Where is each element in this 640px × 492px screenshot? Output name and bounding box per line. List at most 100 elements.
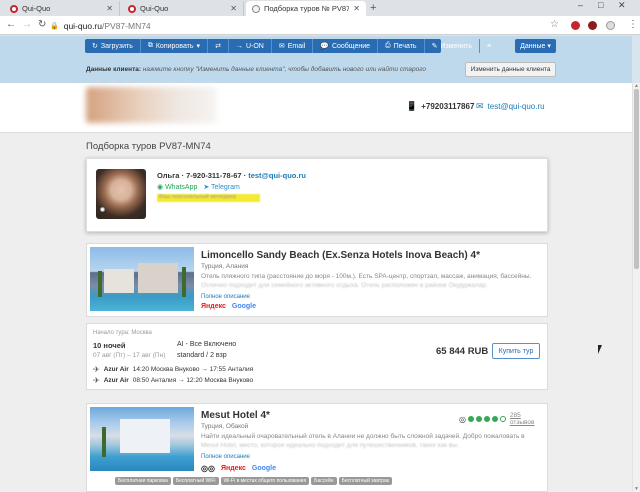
amenity-tag: Wi-Fi в местах общего пользования bbox=[220, 477, 310, 485]
palm-shape bbox=[98, 271, 102, 297]
uon-button[interactable]: → U-ON bbox=[229, 39, 272, 53]
hotel-description: Найти идеальный очаровательный отель в А… bbox=[201, 433, 525, 440]
tripadvisor-rating[interactable]: ◎ 285 отзывов bbox=[459, 412, 547, 426]
close-tab-icon[interactable]: ✕ bbox=[353, 4, 360, 13]
forward-icon[interactable]: → bbox=[22, 19, 32, 30]
header-email[interactable]: ✉ test@qui-quo.ru bbox=[476, 101, 545, 112]
agent-email[interactable]: test@qui-quo.ru bbox=[248, 171, 306, 180]
full-description-link[interactable]: Полное описание bbox=[201, 454, 250, 460]
hotel-description-faded: Отлично подходит для семейного активного… bbox=[201, 282, 488, 289]
button-label: Загрузить bbox=[100, 42, 133, 50]
whatsapp-icon: ◉ bbox=[157, 184, 166, 191]
load-button[interactable]: ↻ Загрузить bbox=[85, 39, 141, 53]
rating-dot-icon bbox=[491, 416, 498, 422]
buy-tour-button[interactable]: Купить тур bbox=[492, 343, 540, 359]
avatar bbox=[96, 169, 146, 219]
selection-page: 📱 +79203117867 ✉ test@qui-quo.ru Подборка … bbox=[0, 83, 632, 492]
agent-card: Ольга · 7-920-311-78-67 · test@qui-quo.r… bbox=[86, 158, 548, 232]
hotel-description: Отель пляжного типа (расстояние до моря … bbox=[201, 273, 532, 280]
telegram-link[interactable]: ➤ Telegram bbox=[203, 184, 239, 191]
reload-icon: ↻ bbox=[92, 43, 98, 50]
button-label: Копировать bbox=[155, 42, 194, 50]
button-label: Данные bbox=[520, 42, 546, 50]
caret-icon: ▾ bbox=[196, 43, 201, 50]
url-field[interactable]: 🔒 qui-quo.ru /PV87-MN74 bbox=[50, 18, 570, 33]
extension-icon[interactable] bbox=[588, 21, 597, 30]
telegram-icon: ➤ bbox=[203, 184, 211, 191]
back-icon[interactable]: ← bbox=[6, 19, 16, 30]
yandex-link[interactable]: Яндекс bbox=[201, 303, 226, 310]
maximize-icon[interactable]: □ bbox=[598, 0, 603, 10]
header-phone[interactable]: 📱 +79203117867 bbox=[406, 101, 474, 112]
tour-start: Начало тура: Москва bbox=[93, 330, 152, 336]
amenity-tag: Бесплатный завтрак bbox=[338, 477, 392, 485]
share-button[interactable]: ⇄ bbox=[208, 39, 229, 53]
yandex-link[interactable]: Яндекс bbox=[221, 465, 246, 472]
edit-button[interactable]: ✎ Изменить bbox=[425, 39, 481, 53]
change-client-button[interactable]: Изменить данные клиента bbox=[465, 62, 556, 77]
close-tab-icon[interactable]: ✕ bbox=[230, 4, 237, 13]
hotel-photo[interactable] bbox=[90, 247, 194, 311]
airline: Azur Air bbox=[103, 377, 129, 384]
tripadvisor-icon[interactable]: ◎◎ bbox=[201, 464, 215, 473]
amenity-tag: Бесплатная парковка bbox=[115, 477, 171, 485]
browser-menu-icon[interactable]: ⋮ bbox=[628, 19, 638, 30]
more-button[interactable]: ≡ bbox=[480, 39, 498, 53]
rating-dot-icon bbox=[475, 416, 482, 422]
google-link[interactable]: Google bbox=[232, 303, 256, 310]
minimize-icon[interactable]: – bbox=[578, 0, 583, 10]
messengers: ◉ WhatsApp ➤ Telegram bbox=[157, 183, 240, 191]
building-shape bbox=[138, 263, 178, 293]
client-toolbar-area: ↻ Загрузить ⧉ Копировать ▾ ⇄ → U-ON ✉ Email 💬… bbox=[0, 36, 632, 83]
hotel-name[interactable]: Limoncello Sandy Beach (Ex.Senza Hotels … bbox=[201, 250, 480, 261]
page-scrollbar[interactable]: ▲ ▼ bbox=[632, 83, 640, 492]
menu-icon: ≡ bbox=[487, 42, 492, 50]
envelope-icon: ✉ bbox=[476, 101, 484, 111]
browser-window: Qui-Quo ✕ Qui-Quo ✕ Подборка туров № PV8… bbox=[0, 0, 640, 492]
flight-details: 08:50 Анталия → 12:20 Москва Внуково bbox=[132, 377, 254, 384]
status-dot bbox=[100, 207, 105, 212]
agent-contacts: Ольга · 7-920-311-78-67 · test@qui-quo.r… bbox=[157, 171, 306, 180]
new-tab-button[interactable]: + bbox=[370, 2, 376, 14]
full-description-link[interactable]: Полное описание bbox=[201, 294, 250, 300]
reviews-link[interactable]: 285 отзывов bbox=[510, 412, 547, 426]
print-button[interactable]: ⎙ Печать bbox=[378, 39, 425, 53]
building-shape bbox=[120, 419, 170, 453]
message-button[interactable]: 💬 Сообщение bbox=[313, 39, 379, 53]
copy-button[interactable]: ⧉ Копировать ▾ bbox=[141, 39, 209, 53]
rating-dot-icon bbox=[467, 416, 474, 422]
arrow-right-icon: → bbox=[235, 42, 243, 50]
caret-icon: ▾ bbox=[547, 43, 551, 50]
scrollbar-thumb[interactable] bbox=[634, 89, 639, 269]
flight-return: ✈ Azur Air 08:50 Анталия → 12:20 Москва Вн… bbox=[93, 376, 253, 385]
mouse-cursor-icon bbox=[598, 345, 602, 354]
browser-tab-2[interactable]: Qui-Quo ✕ bbox=[122, 1, 244, 16]
agent-note-highlight: Ваш персональный менеджер bbox=[157, 194, 260, 202]
phone-icon: 📱 bbox=[406, 101, 418, 111]
pencil-icon: ✎ bbox=[431, 43, 438, 50]
button-label: Сообщение bbox=[331, 42, 371, 50]
hotel-photo[interactable] bbox=[90, 407, 194, 471]
bookmark-star-icon[interactable]: ☆ bbox=[550, 19, 559, 30]
quiquo-icon bbox=[10, 4, 18, 13]
data-dropdown-button[interactable]: Данные ▾ bbox=[515, 39, 556, 53]
agent-phone[interactable]: 7-920-311-78-67 bbox=[186, 171, 241, 180]
scroll-down-icon[interactable]: ▼ bbox=[634, 486, 639, 492]
tab-strip: Qui-Quo ✕ Qui-Quo ✕ Подборка туров № PV8… bbox=[0, 0, 640, 16]
browser-tab-3[interactable]: Подборка туров № PV87-MN ✕ bbox=[246, 1, 366, 16]
email-button[interactable]: ✉ Email bbox=[272, 39, 314, 53]
hotel-location: Турция, Обакой bbox=[201, 423, 249, 430]
agent-name: Ольга bbox=[157, 171, 180, 180]
window-close-icon[interactable]: ✕ bbox=[618, 0, 626, 11]
profile-icon[interactable] bbox=[606, 21, 615, 30]
whatsapp-link[interactable]: ◉ WhatsApp bbox=[157, 184, 197, 191]
hotel-description-faded: Mesut Hotel, место, которое идеально под… bbox=[201, 442, 459, 449]
browser-tab-1[interactable]: Qui-Quo ✕ bbox=[4, 1, 120, 16]
globe-icon bbox=[252, 4, 260, 13]
quiquo-extension-icon[interactable] bbox=[571, 21, 580, 30]
hotel-name[interactable]: Mesut Hotel 4* bbox=[201, 410, 270, 421]
close-tab-icon[interactable]: ✕ bbox=[106, 4, 113, 13]
review-sources: Яндекс Google bbox=[201, 303, 256, 310]
reload-icon[interactable]: ↻ bbox=[38, 19, 46, 30]
google-link[interactable]: Google bbox=[252, 465, 276, 472]
